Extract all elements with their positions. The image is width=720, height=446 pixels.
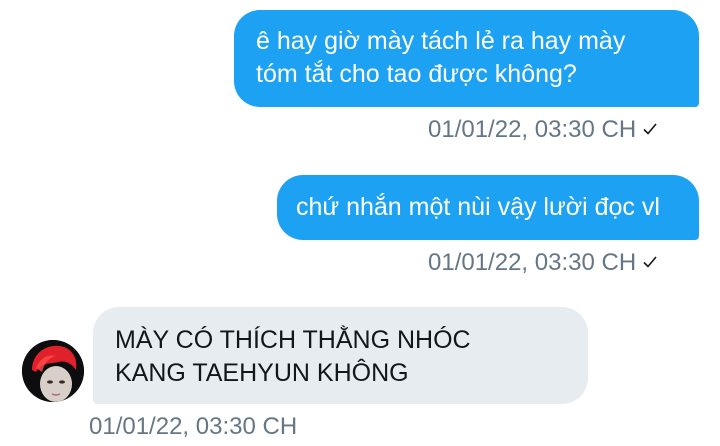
message-bubble-sent[interactable]: ê hay giờ mày tách lẻ ra hay mày tóm tắt… [234, 10, 699, 107]
message-timestamp: 01/01/22, 03:30 CH [428, 249, 658, 277]
avatar-image [22, 340, 84, 402]
timestamp-text: 01/01/22, 03:30 CH [428, 249, 637, 276]
check-icon [643, 256, 657, 268]
message-timestamp: 01/01/22, 03:30 CH [89, 413, 297, 441]
message-timestamp: 01/01/22, 03:30 CH [428, 116, 658, 144]
message-bubble-sent[interactable]: chứ nhắn một nùi vậy lười đọc vl [277, 175, 699, 240]
timestamp-text: 01/01/22, 03:30 CH [428, 116, 637, 143]
check-icon [643, 123, 657, 135]
user-avatar[interactable] [22, 340, 84, 402]
timestamp-text: 01/01/22, 03:30 CH [89, 413, 298, 440]
message-bubble-received[interactable]: MÀY CÓ THÍCH THẰNG NHÓC KANG TAEHYUN KHÔ… [93, 307, 588, 404]
